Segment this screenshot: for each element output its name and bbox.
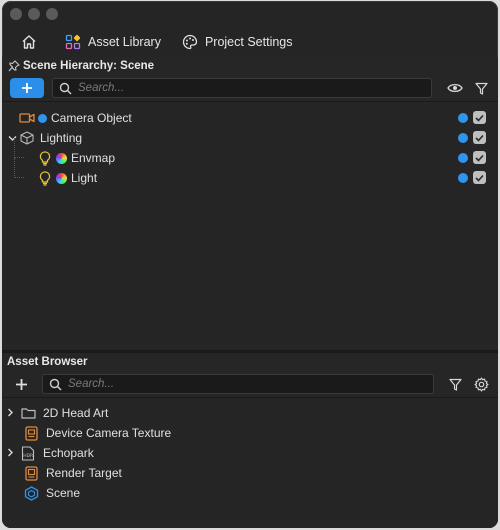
asset-label: Echopark [43,446,94,460]
minimize-window-button[interactable] [28,8,40,20]
asset-browser-title: Asset Browser [7,356,88,368]
visibility-dot[interactable] [458,113,468,123]
svg-text:HDR: HDR [23,453,33,459]
filter-icon[interactable] [446,375,464,393]
asset-label: Device Camera Texture [46,426,172,440]
asset-library-button[interactable]: Asset Library [64,33,161,51]
envmap-label: Envmap [71,151,116,165]
camera-object-label: Camera Object [51,111,132,125]
asset-library-label: Asset Library [88,35,161,49]
asset-library-icon [64,33,82,51]
chevron-right-icon[interactable] [6,406,15,420]
close-window-button[interactable] [10,8,22,20]
asset-row-render-target[interactable]: Render Target [2,463,498,483]
light-label: Light [71,171,98,185]
filter-icon[interactable] [472,79,490,97]
asset-row-echopark[interactable]: HDR Echopark [2,443,498,463]
search-icon [49,378,62,391]
asset-label: 2D Head Art [43,406,109,420]
scene-hierarchy-panel: Scene Hierarchy: Scene Search... Camera … [2,57,498,350]
zoom-window-button[interactable] [46,8,58,20]
project-settings-label: Project Settings [204,35,293,49]
chevron-right-icon[interactable] [6,446,15,460]
palette-icon [181,33,199,51]
scene-search-placeholder: Search... [78,82,125,94]
enabled-checkbox[interactable] [473,151,486,164]
top-nav: Asset Library Project Settings [2,27,498,57]
scene-toolbar: Search... [2,75,498,101]
envmap-color-icon [56,152,67,164]
scene-search-input[interactable]: Search... [52,78,432,98]
camera-icon [18,109,36,127]
pin-icon[interactable] [8,60,20,72]
asset-search-placeholder: Search... [68,378,115,390]
asset-label: Render Target [46,466,122,480]
title-bar [2,1,498,27]
asset-row-2d-head-art[interactable]: 2D Head Art [2,403,498,423]
eye-icon[interactable] [446,79,464,97]
tree-row-envmap[interactable]: Envmap [2,138,498,168]
tree-row-lighting[interactable]: Lighting [2,128,498,148]
scene-icon [22,484,40,502]
app-window: Asset Library Project Settings Scene Hie… [2,1,498,528]
folder-icon [19,404,37,422]
home-button[interactable] [20,33,44,51]
enabled-checkbox[interactable] [473,171,486,184]
gear-icon[interactable] [472,375,490,393]
visibility-dot[interactable] [458,133,468,143]
scene-hierarchy-header: Scene Hierarchy: Scene [2,57,498,75]
scene-hierarchy-title: Scene Hierarchy: Scene [23,60,155,72]
light-color-icon [56,172,67,184]
asset-list: 2D Head Art Device Camera Texture HDR Ec… [2,397,498,528]
lightbulb-icon [36,169,54,187]
asset-row-device-camera-texture[interactable]: Device Camera Texture [2,423,498,443]
visibility-dot[interactable] [458,173,468,183]
enabled-checkbox[interactable] [473,111,486,124]
tree-line [14,138,24,158]
asset-browser-header: Asset Browser [2,353,498,371]
asset-search-input[interactable]: Search... [42,374,434,394]
enabled-checkbox[interactable] [473,131,486,144]
plus-icon [15,378,27,390]
add-asset-button[interactable] [12,375,30,393]
lighting-label: Lighting [40,131,83,145]
texture-icon [22,424,40,442]
plus-icon [22,83,32,93]
tree-row-light[interactable]: Light [2,158,498,188]
visibility-dot[interactable] [458,153,468,163]
asset-label: Scene [46,486,81,500]
hdr-icon: HDR [19,444,37,462]
scene-tree: Camera Object Lighting Envmap Light [2,101,498,350]
lightbulb-icon [36,149,54,167]
tree-line [14,158,24,178]
asset-row-scene[interactable]: Scene [2,483,498,503]
home-icon [20,33,38,51]
tree-row-camera-object[interactable]: Camera Object [2,108,498,128]
add-scene-object-button[interactable] [10,78,44,98]
camera-dot-icon [38,113,47,123]
render-target-icon [22,464,40,482]
asset-browser-panel: Asset Browser Search... 2D Head Art Devi… [2,350,498,528]
search-icon [59,82,72,95]
project-settings-button[interactable]: Project Settings [181,33,293,51]
asset-toolbar: Search... [2,371,498,397]
